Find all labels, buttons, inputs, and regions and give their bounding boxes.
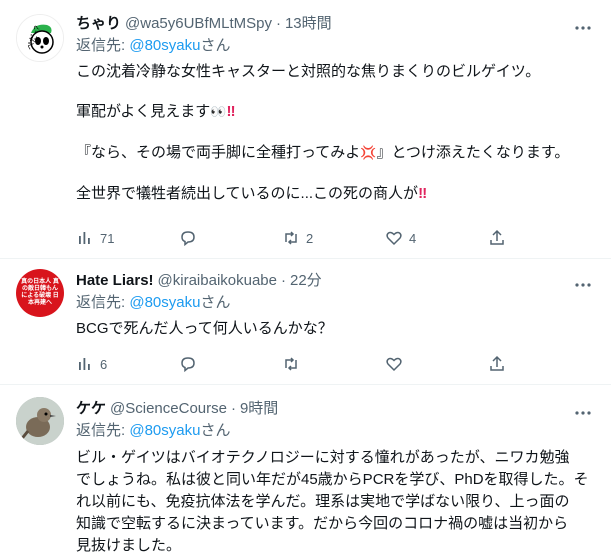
- heart-icon: [386, 357, 402, 372]
- views-count: 71: [100, 230, 115, 246]
- panda-avatar-icon: ぺだ~?: [17, 15, 63, 61]
- retweet-icon: [285, 231, 297, 245]
- retweet-button[interactable]: [282, 355, 372, 373]
- share-icon: [490, 229, 504, 245]
- text-line: 見抜けました。: [76, 537, 182, 554]
- text-line: 全世界で犠牲者続出しているのに...この死の商人が‼: [76, 184, 599, 204]
- text-line: この沈着冷静な女性キャスターと対照的な焦りまくりのビルゲイツ。: [76, 63, 541, 80]
- reply-to: 返信先: @80syakuさん: [76, 36, 599, 56]
- text-line: 知識で空転するに決まっています。だから今回のコロナ禍の嘘は当初から: [76, 515, 569, 532]
- text-span: 軍配がよく見えます: [76, 103, 211, 120]
- reply-bubble-icon: [181, 231, 195, 247]
- like-button[interactable]: 4: [385, 229, 475, 247]
- reply-bubble-icon: [181, 357, 195, 373]
- like-button[interactable]: [385, 355, 475, 373]
- reply-prefix: 返信先:: [76, 37, 130, 54]
- text-span: 』とつけ添えたくなります。: [376, 144, 570, 161]
- user-handle[interactable]: @kiraibaikokuabe: [158, 271, 277, 291]
- views-chart-icon: [79, 358, 90, 370]
- text-line: 軍配がよく見えます👀‼: [76, 102, 599, 123]
- share-icon: [490, 355, 504, 371]
- bird-photo-icon: [16, 397, 64, 445]
- views-button[interactable]: 6: [76, 355, 166, 373]
- share-button[interactable]: [488, 229, 506, 247]
- reply-prefix: 返信先:: [76, 294, 130, 311]
- display-name[interactable]: ケケ: [76, 399, 106, 419]
- text-span: 『なら、その場で両手脚に全種打ってみよ: [76, 144, 361, 161]
- avatar-keke[interactable]: [16, 397, 64, 445]
- tweet-text: BCGで死んだ人って何人いるんかな？: [76, 319, 599, 339]
- views-count: 6: [100, 356, 108, 372]
- separator-dot: ·: [230, 400, 236, 417]
- text-line: でしょうね。私は彼と同い年だが45歳からPCRを学び、PhDを取得した。そ: [76, 471, 589, 488]
- tweet-actions: 71 2 4: [76, 228, 506, 248]
- display-name[interactable]: Hate Liars!: [76, 271, 154, 291]
- tweet-header: ケケ @ScienceCourse · 9時間: [76, 399, 599, 419]
- text-line: れ以前にも、免疫抗体法を学んだ。理系は実地で学ばない限り、上っ面の: [76, 493, 570, 510]
- text-line: ビル・ゲイツはバイオテクノロジーに対する憧れがあったが、ニワカ勉強: [76, 449, 570, 466]
- timestamp[interactable]: 22分: [290, 271, 322, 291]
- reply-to: 返信先: @80syakuさん: [76, 293, 599, 313]
- more-options-icon[interactable]: [573, 275, 593, 295]
- reply-mention-link[interactable]: @80syaku: [129, 422, 200, 439]
- user-handle[interactable]: @ScienceCourse: [110, 399, 227, 419]
- reply-suffix: さん: [200, 294, 231, 311]
- reply-suffix: さん: [200, 422, 231, 439]
- tweet-3[interactable]: ケケ @ScienceCourse · 9時間 返信先: @80syakuさん …: [0, 385, 611, 558]
- retweet-icon: [285, 357, 297, 371]
- tweet-header: ちゃり @wa5y6UBfMLtMSpy · 13時間: [76, 14, 599, 34]
- timestamp[interactable]: 9時間: [240, 399, 278, 419]
- text-line: BCGで死んだ人って何人いるんかな？: [76, 320, 333, 337]
- reply-prefix: 返信先:: [76, 422, 130, 439]
- reply-suffix: さん: [200, 37, 231, 54]
- reply-to: 返信先: @80syakuさん: [76, 421, 599, 441]
- retweet-button[interactable]: 2: [282, 229, 372, 247]
- avatar-chari[interactable]: ぺだ~?: [16, 14, 64, 62]
- text-span: 全世界で犠牲者続出しているのに...この死の商人が: [76, 185, 419, 202]
- like-count: 4: [409, 230, 417, 246]
- reply-button[interactable]: [179, 229, 269, 247]
- tweet-text: ビル・ゲイツはバイオテクノロジーに対する憧れがあったが、ニワカ勉強 でしょうね。…: [76, 447, 599, 557]
- reply-button[interactable]: [179, 355, 269, 373]
- double-exclamation-icon: ‼: [418, 185, 428, 202]
- share-button[interactable]: [488, 355, 506, 373]
- text-line: 『なら、その場で両手脚に全種打ってみよ💢』とつけ添えたくなります。: [76, 143, 599, 164]
- tweet-header: Hate Liars! @kiraibaikokuabe · 22分: [76, 271, 599, 291]
- views-chart-icon: [79, 232, 90, 244]
- reply-mention-link[interactable]: @80syaku: [129, 294, 200, 311]
- tweet-1[interactable]: ぺだ~? ちゃり @wa5y6UBfMLtMSpy · 13時間 返信先: @8…: [0, 0, 611, 259]
- retweet-count: 2: [306, 230, 314, 246]
- views-button[interactable]: 71: [76, 229, 166, 247]
- reply-mention-link[interactable]: @80syaku: [129, 37, 200, 54]
- avatar-hate-liars[interactable]: 真の日本人 真の敵日韓もんによる破壊 日本再建へ: [16, 269, 64, 317]
- tweet-actions: 6: [76, 354, 506, 374]
- more-options-icon[interactable]: [573, 403, 593, 423]
- display-name[interactable]: ちゃり: [76, 14, 121, 34]
- eyes-emoji-icon: 👀: [210, 105, 227, 120]
- separator-dot: ·: [275, 15, 281, 32]
- tweet-text: この沈着冷静な女性キャスターと対照的な焦りまくりのビルゲイツ。 軍配がよく見えま…: [76, 62, 599, 204]
- anger-emoji-icon: 💢: [360, 146, 377, 161]
- more-options-icon[interactable]: [573, 18, 593, 38]
- heart-icon: [386, 231, 402, 246]
- timestamp[interactable]: 13時間: [285, 14, 332, 34]
- double-exclamation-icon: ‼: [226, 103, 236, 120]
- user-handle[interactable]: @wa5y6UBfMLtMSpy: [125, 14, 272, 34]
- separator-dot: ·: [281, 272, 286, 289]
- tweet-2[interactable]: 真の日本人 真の敵日韓もんによる破壊 日本再建へ Hate Liars! @ki…: [0, 259, 611, 385]
- avatar-logo-text: 真の日本人 真の敵日韓もんによる破壊 日本再建へ: [21, 279, 59, 306]
